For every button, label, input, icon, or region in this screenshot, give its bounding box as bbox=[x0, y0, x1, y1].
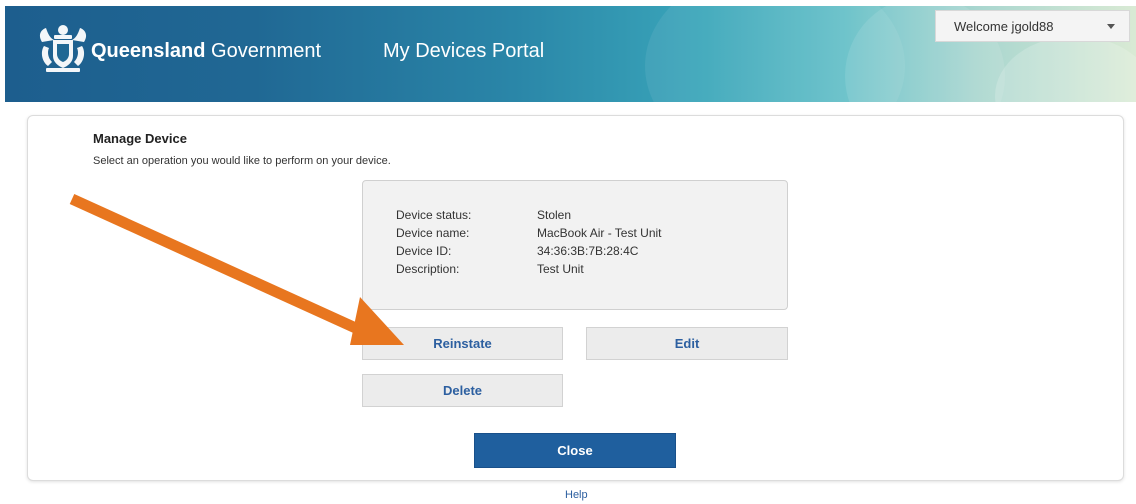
edit-button[interactable]: Edit bbox=[586, 327, 788, 360]
device-status-value: Stolen bbox=[537, 208, 572, 222]
user-menu-label: Welcome jgold88 bbox=[954, 18, 1054, 34]
help-link[interactable]: Help bbox=[565, 489, 588, 501]
annotation-arrow-head bbox=[350, 297, 404, 345]
device-name-row: Device name: MacBook Air - Test Unit bbox=[396, 226, 662, 240]
brand-name-light: Government bbox=[205, 40, 322, 62]
device-status-row: Device status: Stolen bbox=[396, 208, 571, 222]
annotation-arrow-icon bbox=[69, 193, 404, 345]
chevron-down-icon bbox=[1107, 24, 1115, 29]
page-subtitle: Select an operation you would like to pe… bbox=[93, 155, 391, 167]
device-id-row: Device ID: 34:36:3B:7B:28:4C bbox=[396, 244, 638, 258]
brand-name-strong: Queensland bbox=[91, 40, 206, 62]
brand-name: Queensland Government bbox=[91, 40, 321, 63]
annotation-arrow-shaft bbox=[69, 193, 363, 336]
user-menu-dropdown[interactable]: Welcome jgold88 bbox=[935, 10, 1130, 42]
portal-title: My Devices Portal bbox=[383, 40, 545, 62]
header-decoration bbox=[995, 36, 1136, 102]
device-id-value: 34:36:3B:7B:28:4C bbox=[537, 244, 639, 258]
delete-button[interactable]: Delete bbox=[362, 374, 563, 407]
close-button[interactable]: Close bbox=[474, 433, 676, 468]
device-name-value: MacBook Air - Test Unit bbox=[537, 226, 662, 240]
device-description-row: Description: Test Unit bbox=[396, 262, 584, 276]
page-title: Manage Device bbox=[93, 131, 187, 146]
queensland-crest-icon bbox=[39, 25, 87, 72]
device-description-value: Test Unit bbox=[537, 262, 584, 276]
